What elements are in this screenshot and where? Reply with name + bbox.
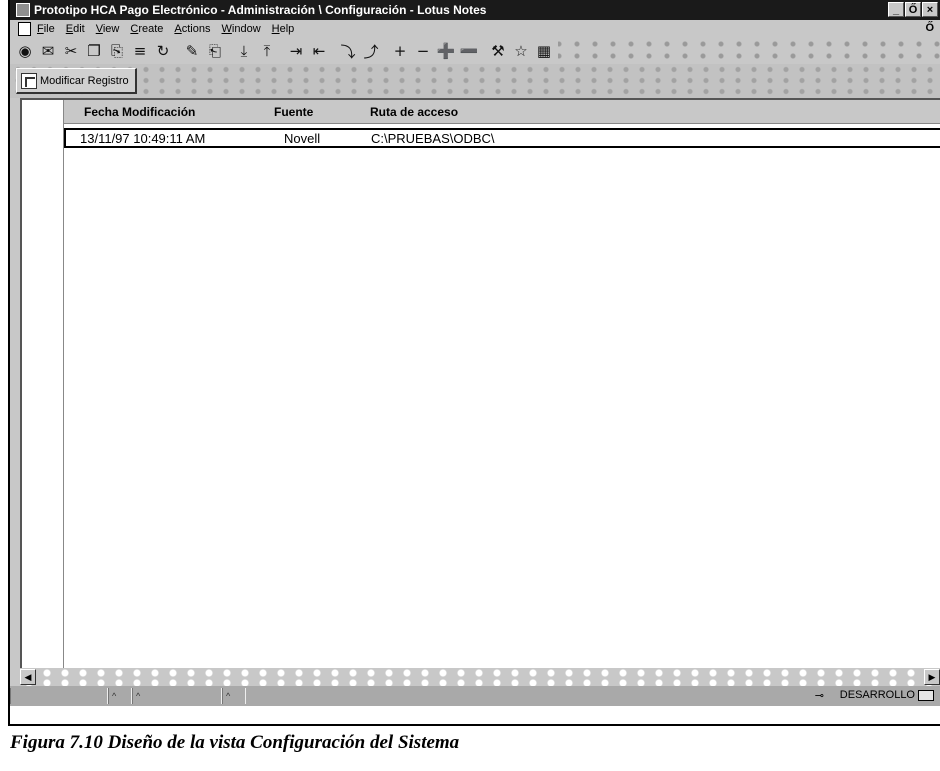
figure-caption: Figura 7.10 Diseño de la vista Configura… xyxy=(10,732,460,753)
find-icon[interactable]: ☆ xyxy=(510,40,532,62)
mail-icon[interactable] xyxy=(918,689,934,701)
menu-create[interactable]: Create xyxy=(130,23,163,35)
close-button[interactable]: × xyxy=(922,2,938,17)
lotus-notes-app-icon[interactable] xyxy=(16,3,30,17)
open-database-icon[interactable]: ◉ xyxy=(14,40,36,62)
status-right-area: ⊸ DESARROLLO xyxy=(815,688,934,702)
remove-from-folder-icon[interactable]: ➖ xyxy=(458,40,480,62)
status-segment-1[interactable] xyxy=(10,688,108,704)
menu-actions[interactable]: Actions xyxy=(174,23,210,35)
column-fuente[interactable]: Fuente xyxy=(274,105,313,119)
table-icon[interactable]: ▦ xyxy=(533,40,555,62)
expand-all-icon[interactable]: + xyxy=(389,40,411,62)
status-segment-2[interactable]: ^ xyxy=(108,688,132,704)
edit-document-icon[interactable]: ✎ xyxy=(181,40,203,62)
menu-file[interactable]: File xyxy=(37,23,55,35)
next-main-icon[interactable]: ⤴ xyxy=(360,40,382,62)
location-label[interactable]: DESARROLLO xyxy=(840,689,915,701)
column-ruta-de-acceso[interactable]: Ruta de acceso xyxy=(370,105,458,119)
cut-icon[interactable]: ✂ xyxy=(60,40,82,62)
status-bar: ^ ^ ^ ⊸ DESARROLLO xyxy=(10,686,940,706)
modificar-registro-label: Modificar Registro xyxy=(40,74,129,87)
action-bar: Modificar Registro xyxy=(10,64,940,98)
modificar-registro-button[interactable]: Modificar Registro xyxy=(16,68,137,94)
navigate-icon[interactable]: ✉ xyxy=(37,40,59,62)
document-control-icon[interactable] xyxy=(18,22,31,36)
configuration-view: Fecha Modificación Fuente Ruta de acceso… xyxy=(20,98,940,668)
menu-window[interactable]: Window xyxy=(222,23,261,35)
toolbar-group-edit: ◉ ✉ ✂ ❐ ⎘ ≡ ↻ ✎ ⎗ ⤓ ⤒ ⇥ ⇤ ⤵ ⤴ + − ➕ ➖ ⚒ xyxy=(12,39,558,63)
horizontal-scrollbar[interactable]: ◀ ▶ xyxy=(20,668,940,686)
next-icon[interactable]: ⇤ xyxy=(308,40,330,62)
lotus-notes-window: Prototipo HCA Pago Electrónico - Adminis… xyxy=(10,0,940,706)
previous-main-icon[interactable]: ⤵ xyxy=(337,40,359,62)
menu-view[interactable]: View xyxy=(96,23,120,35)
access-key-icon[interactable]: ⊸ xyxy=(815,688,837,702)
paste-icon[interactable]: ⎘ xyxy=(106,40,128,62)
status-segment-4[interactable]: ^ xyxy=(222,688,246,704)
view-column-header: Fecha Modificación Fuente Ruta de acceso xyxy=(22,100,940,124)
minimize-button[interactable]: _ xyxy=(888,2,904,17)
maximize-button[interactable]: Ő xyxy=(905,2,921,17)
refresh-icon[interactable]: ↻ xyxy=(152,40,174,62)
title-bar[interactable]: Prototipo HCA Pago Electrónico - Adminis… xyxy=(10,0,940,20)
collapse-icon[interactable]: ⤓ xyxy=(233,40,255,62)
edit-record-icon xyxy=(21,72,37,89)
previous-icon[interactable]: ⇥ xyxy=(285,40,307,62)
collapse-all-icon[interactable]: − xyxy=(412,40,434,62)
view-selection-margin[interactable] xyxy=(22,100,64,668)
menu-edit[interactable]: Edit xyxy=(66,23,85,35)
scroll-left-icon[interactable]: ◀ xyxy=(20,669,36,685)
menu-bar: File Edit View Create Actions Window Hel… xyxy=(10,20,940,38)
cell-fuente: Novell xyxy=(284,131,321,146)
column-fecha-modificacion[interactable]: Fecha Modificación xyxy=(84,105,195,119)
copy-icon[interactable]: ❐ xyxy=(83,40,105,62)
properties-icon[interactable]: ≡ xyxy=(129,40,151,62)
move-to-folder-icon[interactable]: ➕ xyxy=(435,40,457,62)
menu-help[interactable]: Help xyxy=(272,23,295,35)
search-icon[interactable]: ⚒ xyxy=(487,40,509,62)
status-segment-3[interactable]: ^ xyxy=(132,688,222,704)
table-row[interactable]: 13/11/97 10:49:11 AM Novell C:\PRUEBAS\O… xyxy=(64,128,940,148)
scroll-right-icon[interactable]: ▶ xyxy=(924,669,940,685)
window-title: Prototipo HCA Pago Electrónico - Adminis… xyxy=(34,3,487,17)
window-controls: _ Ő × xyxy=(888,2,938,17)
expand-icon[interactable]: ⤒ xyxy=(256,40,278,62)
smarticons-toolbar: ◉ ✉ ✂ ❐ ⎘ ≡ ↻ ✎ ⎗ ⤓ ⤒ ⇥ ⇤ ⤵ ⤴ + − ➕ ➖ ⚒ xyxy=(10,38,940,64)
cell-fecha: 13/11/97 10:49:11 AM xyxy=(80,131,206,146)
compose-icon[interactable]: ⎗ xyxy=(204,40,226,62)
document-restore-button[interactable]: Ő xyxy=(925,22,934,34)
cell-ruta: C:\PRUEBAS\ODBC\ xyxy=(371,131,495,146)
